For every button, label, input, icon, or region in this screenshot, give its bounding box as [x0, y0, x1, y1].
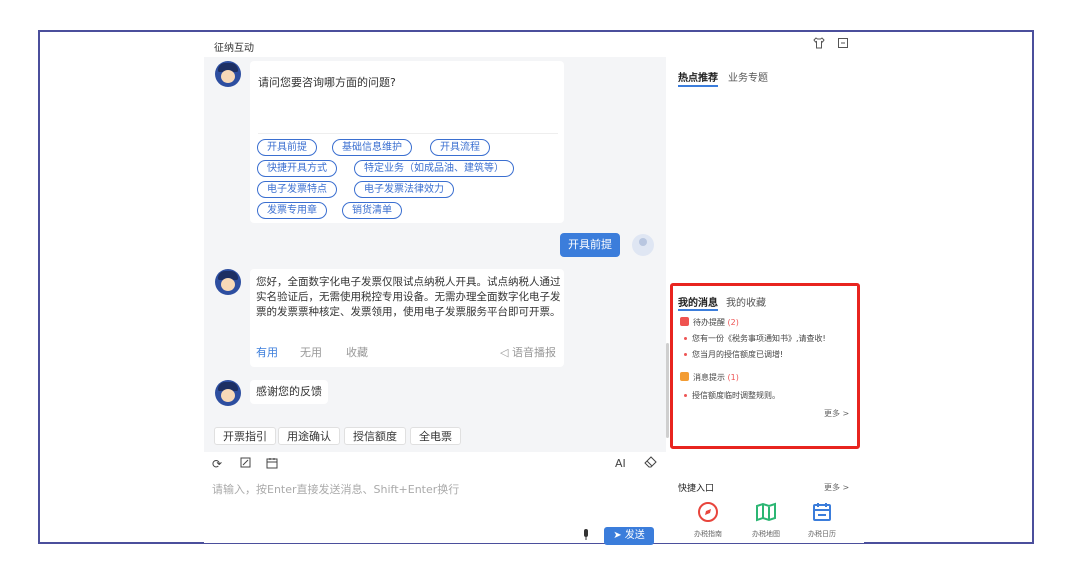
quick-action-einvoice[interactable]: 全电票: [410, 427, 461, 445]
entry-label: 办税日历: [808, 530, 836, 538]
tab-hot-recommend[interactable]: 热点推荐: [678, 69, 718, 84]
map-icon: [746, 501, 786, 527]
calendar-icon: [802, 501, 842, 527]
voice-broadcast-button[interactable]: ◁ 语音播报: [500, 345, 556, 361]
entry-label: 办税指南: [694, 530, 722, 538]
active-tab-indicator: [678, 85, 718, 87]
quick-action-guide[interactable]: 开票指引: [214, 427, 276, 445]
ai-button[interactable]: AI: [615, 457, 626, 470]
entry-label: 办税地图: [752, 530, 780, 538]
send-label: 发送: [624, 530, 645, 541]
send-arrow-icon: ➤: [613, 530, 625, 541]
quick-entry-title: 快捷入口: [678, 484, 715, 494]
message-input[interactable]: 请输入，按Enter直接发送消息、Shift+Enter换行: [212, 481, 459, 497]
quick-entry-more-link[interactable]: 更多 >: [824, 482, 849, 493]
compass-icon: [688, 501, 728, 527]
collect-button[interactable]: 收藏: [346, 345, 368, 361]
send-button[interactable]: ➤ 发送: [604, 527, 654, 545]
question-text: 请问您要咨询哪方面的问题?: [258, 76, 396, 89]
app-title: 征纳互动: [214, 43, 254, 54]
calendar-icon[interactable]: [266, 457, 278, 472]
tag-3[interactable]: 快捷开具方式: [257, 160, 337, 177]
bot-avatar: [215, 61, 241, 87]
quick-action-credit[interactable]: 授信额度: [344, 427, 406, 445]
tag-5[interactable]: 电子发票特点: [257, 181, 337, 198]
voice-broadcast-label: 语音播报: [511, 346, 556, 359]
tag-6[interactable]: 电子发票法律效力: [354, 181, 454, 198]
shirt-icon[interactable]: [812, 37, 825, 50]
user-message: 开具前提: [560, 233, 620, 257]
microphone-icon[interactable]: [582, 529, 592, 543]
tag-0[interactable]: 开具前提: [257, 139, 317, 156]
thanks-text: 感谢您的反馈: [256, 385, 322, 398]
highlight-box: [670, 283, 860, 449]
answer-bubble: 您好，全面数字化电子发票仅限试点纳税人开具。试点纳税人通过实名验证后，无需使用税…: [250, 269, 564, 367]
divider: [258, 133, 558, 134]
bot-avatar: [215, 380, 241, 406]
edit-icon[interactable]: [240, 457, 251, 471]
minimize-window-icon[interactable]: [836, 37, 849, 50]
tag-7[interactable]: 发票专用章: [257, 202, 327, 219]
refresh-icon[interactable]: ⟳: [212, 457, 222, 471]
entry-tax-map[interactable]: 办税地图: [746, 501, 786, 539]
tag-4[interactable]: 特定业务（如成品油、建筑等）: [354, 160, 514, 177]
tab-business-topics[interactable]: 业务专题: [728, 69, 768, 84]
question-bubble: 请问您要咨询哪方面的问题? 开具前提 基础信息维护 开具流程 快捷开具方式 特定…: [250, 61, 564, 223]
user-avatar: [632, 234, 654, 256]
entry-tax-guide[interactable]: 办税指南: [688, 501, 728, 539]
useful-button[interactable]: 有用: [256, 345, 278, 361]
eraser-icon[interactable]: [644, 456, 658, 472]
thanks-bubble: 感谢您的反馈: [250, 380, 328, 404]
tag-8[interactable]: 销货清单: [342, 202, 402, 219]
title-bar: 征纳互动: [204, 33, 864, 57]
useless-button[interactable]: 无用: [300, 345, 322, 361]
bot-avatar: [215, 269, 241, 295]
chat-area: 请问您要咨询哪方面的问题? 开具前提 基础信息维护 开具流程 快捷开具方式 特定…: [204, 57, 666, 452]
chat-scrollbar[interactable]: [666, 343, 669, 438]
speaker-icon: ◁: [500, 346, 512, 359]
tag-2[interactable]: 开具流程: [430, 139, 490, 156]
answer-text: 您好，全面数字化电子发票仅限试点纳税人开具。试点纳税人通过实名验证后，无需使用税…: [256, 276, 561, 318]
tag-1[interactable]: 基础信息维护: [332, 139, 412, 156]
entry-tax-calendar[interactable]: 办税日历: [802, 501, 842, 539]
quick-action-confirm[interactable]: 用途确认: [278, 427, 340, 445]
